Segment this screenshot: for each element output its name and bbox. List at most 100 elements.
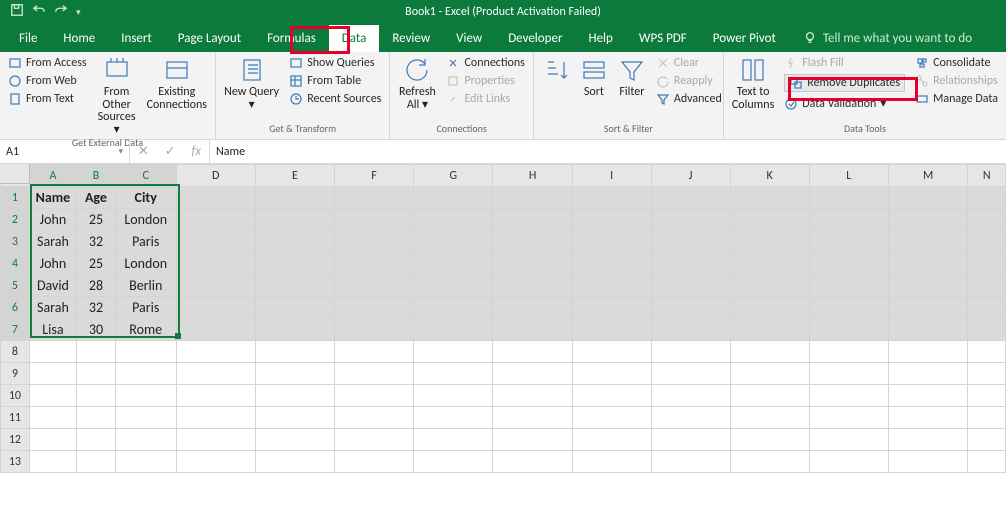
cell-M7[interactable] bbox=[888, 319, 968, 341]
cell-M4[interactable] bbox=[888, 253, 968, 275]
cell-I3[interactable] bbox=[572, 231, 651, 253]
cell-C4[interactable]: London bbox=[115, 253, 176, 275]
cell-I4[interactable] bbox=[572, 253, 651, 275]
cell-M1[interactable] bbox=[888, 187, 968, 209]
cell-I11[interactable] bbox=[572, 407, 651, 429]
cell-H6[interactable] bbox=[493, 297, 572, 319]
tell-me-search[interactable]: Tell me what you want to do bbox=[803, 31, 972, 46]
cell-K11[interactable] bbox=[730, 407, 809, 429]
qat-dropdown-icon[interactable]: ▾ bbox=[76, 7, 81, 18]
cell-B1[interactable]: Age bbox=[77, 187, 116, 209]
cell-B3[interactable]: 32 bbox=[77, 231, 116, 253]
cell-M13[interactable] bbox=[888, 451, 968, 473]
cell-F2[interactable] bbox=[334, 209, 413, 231]
cell-C13[interactable] bbox=[115, 451, 176, 473]
cell-N8[interactable] bbox=[968, 341, 1006, 363]
cell-J2[interactable] bbox=[651, 209, 730, 231]
cell-J5[interactable] bbox=[651, 275, 730, 297]
cell-H2[interactable] bbox=[493, 209, 572, 231]
cell-M2[interactable] bbox=[888, 209, 968, 231]
cell-J1[interactable] bbox=[651, 187, 730, 209]
cell-F13[interactable] bbox=[334, 451, 413, 473]
cell-N7[interactable] bbox=[968, 319, 1006, 341]
cell-N4[interactable] bbox=[968, 253, 1006, 275]
cell-L4[interactable] bbox=[809, 253, 888, 275]
col-header-E[interactable]: E bbox=[255, 165, 334, 187]
cell-N2[interactable] bbox=[968, 209, 1006, 231]
cell-A12[interactable] bbox=[29, 429, 76, 451]
cell-E7[interactable] bbox=[255, 319, 334, 341]
cell-E12[interactable] bbox=[255, 429, 334, 451]
cell-D10[interactable] bbox=[176, 385, 255, 407]
cell-B11[interactable] bbox=[77, 407, 116, 429]
cell-B7[interactable]: 30 bbox=[77, 319, 116, 341]
cell-G7[interactable] bbox=[414, 319, 493, 341]
cell-E5[interactable] bbox=[255, 275, 334, 297]
cell-N3[interactable] bbox=[968, 231, 1006, 253]
cell-M5[interactable] bbox=[888, 275, 968, 297]
cell-E9[interactable] bbox=[255, 363, 334, 385]
cell-J4[interactable] bbox=[651, 253, 730, 275]
cell-E11[interactable] bbox=[255, 407, 334, 429]
cell-K5[interactable] bbox=[730, 275, 809, 297]
cell-G2[interactable] bbox=[414, 209, 493, 231]
cell-D8[interactable] bbox=[176, 341, 255, 363]
cell-M6[interactable] bbox=[888, 297, 968, 319]
advanced-filter-button[interactable]: Advanced bbox=[656, 92, 722, 106]
cell-F7[interactable] bbox=[334, 319, 413, 341]
cell-D7[interactable] bbox=[176, 319, 255, 341]
cell-N10[interactable] bbox=[968, 385, 1006, 407]
tab-power-pivot[interactable]: Power Pivot bbox=[700, 25, 789, 52]
recent-sources-button[interactable]: Recent Sources bbox=[289, 92, 381, 106]
cell-J7[interactable] bbox=[651, 319, 730, 341]
cell-L12[interactable] bbox=[809, 429, 888, 451]
cell-H7[interactable] bbox=[493, 319, 572, 341]
cell-K7[interactable] bbox=[730, 319, 809, 341]
row-header-12[interactable]: 12 bbox=[1, 429, 30, 451]
row-header-7[interactable]: 7 bbox=[1, 319, 30, 341]
cell-F12[interactable] bbox=[334, 429, 413, 451]
cell-E8[interactable] bbox=[255, 341, 334, 363]
cell-G9[interactable] bbox=[414, 363, 493, 385]
tab-review[interactable]: Review bbox=[379, 25, 443, 52]
cell-B12[interactable] bbox=[77, 429, 116, 451]
cell-D3[interactable] bbox=[176, 231, 255, 253]
cell-C9[interactable] bbox=[115, 363, 176, 385]
cell-J8[interactable] bbox=[651, 341, 730, 363]
cell-J10[interactable] bbox=[651, 385, 730, 407]
text-to-columns-button[interactable]: Text to Columns bbox=[732, 56, 774, 111]
cell-A6[interactable]: Sarah bbox=[29, 297, 76, 319]
refresh-all-button[interactable]: Refresh All ▾ bbox=[398, 56, 436, 111]
chevron-down-icon[interactable]: ▾ bbox=[118, 146, 123, 157]
cell-F11[interactable] bbox=[334, 407, 413, 429]
cell-A2[interactable]: John bbox=[29, 209, 76, 231]
cell-L3[interactable] bbox=[809, 231, 888, 253]
cell-F1[interactable] bbox=[334, 187, 413, 209]
cell-C1[interactable]: City bbox=[115, 187, 176, 209]
col-header-H[interactable]: H bbox=[493, 165, 572, 187]
sort-az-button[interactable] bbox=[542, 56, 570, 84]
cell-G10[interactable] bbox=[414, 385, 493, 407]
cell-N12[interactable] bbox=[968, 429, 1006, 451]
from-access-button[interactable]: From Access bbox=[8, 56, 87, 70]
cell-K8[interactable] bbox=[730, 341, 809, 363]
cell-C11[interactable] bbox=[115, 407, 176, 429]
tab-home[interactable]: Home bbox=[50, 25, 108, 52]
cell-J9[interactable] bbox=[651, 363, 730, 385]
cell-L6[interactable] bbox=[809, 297, 888, 319]
cell-A3[interactable]: Sarah bbox=[29, 231, 76, 253]
name-box[interactable]: A1▾ bbox=[0, 140, 130, 163]
cell-B4[interactable]: 25 bbox=[77, 253, 116, 275]
cell-J3[interactable] bbox=[651, 231, 730, 253]
cell-B10[interactable] bbox=[77, 385, 116, 407]
row-header-11[interactable]: 11 bbox=[1, 407, 30, 429]
cell-E4[interactable] bbox=[255, 253, 334, 275]
cell-K2[interactable] bbox=[730, 209, 809, 231]
cell-E1[interactable] bbox=[255, 187, 334, 209]
row-header-13[interactable]: 13 bbox=[1, 451, 30, 473]
cell-D2[interactable] bbox=[176, 209, 255, 231]
cell-H9[interactable] bbox=[493, 363, 572, 385]
cell-M3[interactable] bbox=[888, 231, 968, 253]
cell-C3[interactable]: Paris bbox=[115, 231, 176, 253]
cell-B8[interactable] bbox=[77, 341, 116, 363]
